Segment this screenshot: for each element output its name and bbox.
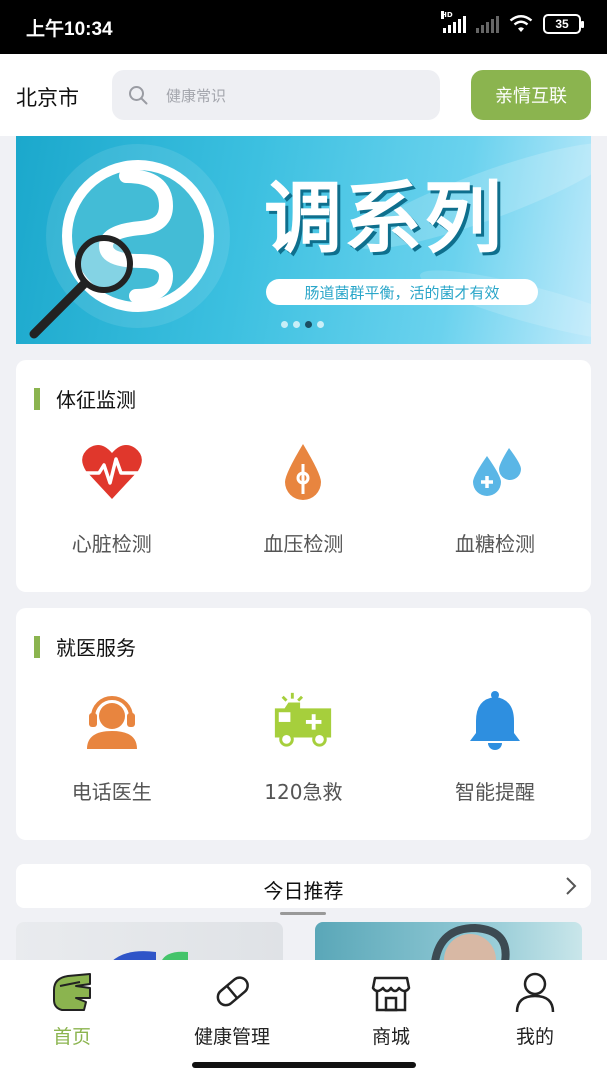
battery-icon: 35 xyxy=(543,14,584,34)
emergency-120-label: 120急救 xyxy=(264,780,343,804)
blood-drop-icon xyxy=(285,444,322,500)
status-time: 上午10:34 xyxy=(26,19,113,40)
tab-store[interactable]: 商城 xyxy=(331,970,451,1049)
banner-title: 调系列 xyxy=(264,173,505,264)
tab-store-label: 商城 xyxy=(371,1026,410,1048)
carousel-dot[interactable] xyxy=(281,321,288,328)
section-title-text: 就医服务 xyxy=(56,636,136,660)
tab-home[interactable]: 首页 xyxy=(12,970,132,1049)
blood-glucose-item[interactable]: 血糖检测 xyxy=(399,440,591,557)
battery-level: 35 xyxy=(555,17,569,31)
cellular-signal-2-icon xyxy=(476,15,499,33)
medical-grid: 电话医生 120急救 智能提醒 xyxy=(16,688,591,805)
tab-home-label: 首页 xyxy=(52,1026,91,1048)
search-placeholder: 健康常识 xyxy=(166,87,227,105)
recommend-indicator xyxy=(280,912,326,915)
carousel-dot[interactable] xyxy=(293,321,300,328)
chevron-right-icon[interactable] xyxy=(565,876,577,896)
bell-icon xyxy=(469,691,520,750)
home-hand-icon xyxy=(53,973,91,1011)
medical-services-card: 就医服务 电话医生 120急救 智能提醒 xyxy=(16,608,591,840)
woman-photo-image xyxy=(431,923,510,962)
today-recommend-title: 今日推荐 xyxy=(263,879,344,903)
tab-mine-label: 我的 xyxy=(515,1026,554,1048)
emergency-120-item[interactable]: 120急救 xyxy=(208,688,400,805)
header: 北京市 健康常识 亲情互联 xyxy=(0,54,607,136)
carousel-dot[interactable] xyxy=(317,321,324,328)
user-icon xyxy=(515,972,555,1013)
blood-pressure-label: 血压检测 xyxy=(263,532,344,556)
heart-pulse-icon xyxy=(81,444,142,499)
city-selector[interactable]: 北京市 xyxy=(16,82,79,112)
smart-reminder-label: 智能提醒 xyxy=(454,780,535,804)
banner-subtitle: 肠道菌群平衡，活的菌才有效 xyxy=(266,279,538,305)
tab-health-management-label: 健康管理 xyxy=(193,1026,270,1048)
phone-doctor-item[interactable]: 电话医生 xyxy=(16,688,208,805)
heart-check-label: 心脏检测 xyxy=(71,532,152,556)
wifi-icon xyxy=(509,15,533,32)
status-bar: 上午10:34 HD 35 xyxy=(0,0,607,54)
section-title: 体征监测 xyxy=(34,384,136,413)
ambulance-icon xyxy=(275,692,332,747)
vital-grid: 心脏检测 血压检测 血糖检测 xyxy=(16,440,591,557)
title-accent-bar xyxy=(34,635,40,658)
promo-banner[interactable]: 调系列 肠道菌群平衡，活的菌才有效 xyxy=(16,136,591,344)
carousel-dot-active[interactable] xyxy=(305,321,312,328)
section-title-text: 体征监测 xyxy=(56,388,136,412)
cellular-signal-icon: HD xyxy=(441,11,466,33)
blood-glucose-label: 血糖检测 xyxy=(454,532,535,556)
heart-check-item[interactable]: 心脏检测 xyxy=(16,440,208,557)
doctor-headset-icon xyxy=(86,696,137,749)
network-type-label: HD xyxy=(441,11,453,19)
today-recommend-header[interactable]: 今日推荐 xyxy=(16,864,591,908)
glucose-drops-icon xyxy=(472,448,521,496)
search-icon xyxy=(129,86,148,105)
family-connect-button[interactable]: 亲情互联 xyxy=(471,70,591,120)
blood-pressure-item[interactable]: 血压检测 xyxy=(208,440,400,557)
smart-reminder-item[interactable]: 智能提醒 xyxy=(399,688,591,805)
vital-monitoring-card: 体征监测 心脏检测 血压检测 血糖检测 xyxy=(16,360,591,592)
product-image xyxy=(111,951,188,962)
carousel-dots xyxy=(281,321,324,328)
tab-health-management[interactable]: 健康管理 xyxy=(172,970,292,1049)
pill-icon xyxy=(216,976,249,1007)
store-icon xyxy=(371,976,411,1012)
title-accent-bar xyxy=(34,387,40,410)
phone-doctor-label: 电话医生 xyxy=(71,780,152,804)
recommend-card-image[interactable] xyxy=(16,922,283,962)
search-input[interactable]: 健康常识 xyxy=(112,70,440,120)
tab-mine[interactable]: 我的 xyxy=(475,970,595,1049)
status-icons: HD 35 xyxy=(441,11,584,34)
recommend-card-image[interactable] xyxy=(315,922,582,962)
home-indicator[interactable] xyxy=(192,1062,416,1068)
section-title: 就医服务 xyxy=(34,632,136,661)
